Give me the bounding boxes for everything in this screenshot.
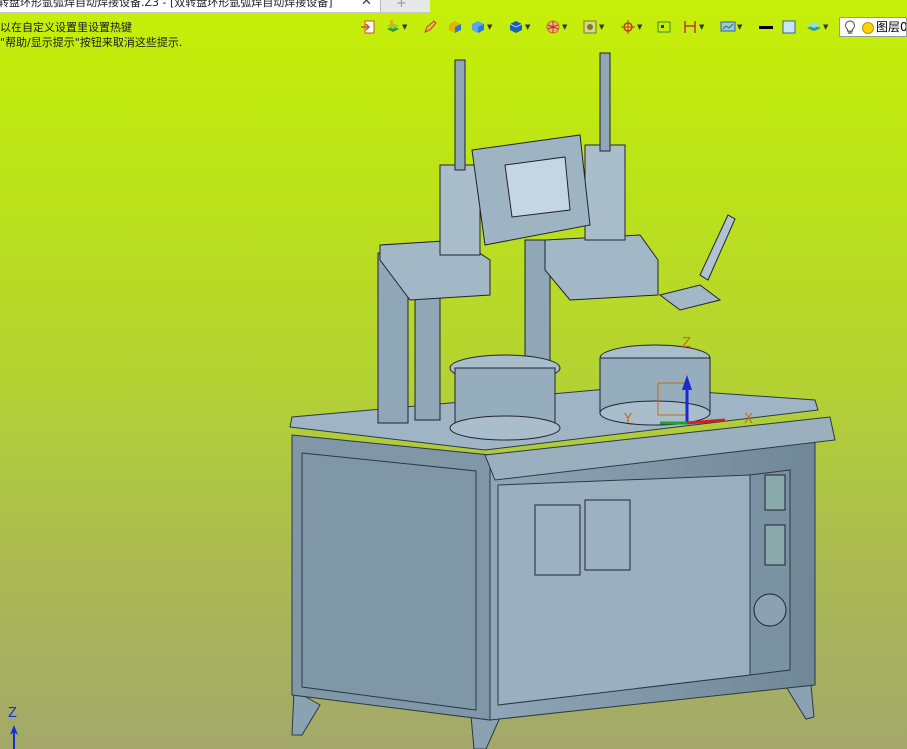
- snap-target-icon: [621, 20, 635, 34]
- chevron-down-icon: ▼: [823, 23, 829, 31]
- lightbulb-icon: [845, 20, 855, 34]
- left-cylinder: [439, 164, 481, 256]
- solid-cube-icon: [472, 21, 484, 33]
- chevron-down-icon: ▼: [525, 23, 531, 31]
- layer-paint-icon: [387, 20, 399, 32]
- hint-line-2: "帮助/显示提示"按钮来取消这些提示.: [0, 36, 183, 49]
- document-tab-bar: 转盘环形氩弧焊自动焊接设备.Z3 - [双转盘环形氩弧焊自动焊接设备] ✕ +: [0, 0, 430, 13]
- layer-name: 图层0: [876, 20, 907, 34]
- pencil-edit-button[interactable]: [422, 18, 438, 36]
- chevron-down-icon: ▼: [737, 23, 743, 31]
- hmi-screen: [504, 156, 571, 218]
- layer-selector[interactable]: 图层0: [839, 17, 907, 37]
- layer-paint-button[interactable]: ▼: [385, 18, 407, 36]
- torch-arm: [658, 284, 722, 311]
- chevron-down-icon: ▼: [562, 23, 568, 31]
- dimension-icon: [684, 21, 696, 33]
- dimension-button[interactable]: ▼: [682, 18, 704, 36]
- switch-1: [764, 474, 786, 511]
- turntable-left-base: [449, 415, 561, 441]
- chevron-down-icon: ▼: [699, 23, 705, 31]
- exit-sketch-button[interactable]: [360, 18, 376, 36]
- render-mode-icon: [509, 21, 523, 33]
- left-rod: [454, 59, 466, 171]
- triad-z-label: Z: [8, 706, 17, 721]
- color-cube-button[interactable]: [447, 18, 463, 36]
- layer-stack-icon: [807, 22, 821, 31]
- right-cylinder: [584, 144, 626, 241]
- gizmo-y-label: Y: [623, 412, 632, 427]
- section-view-button[interactable]: ▼: [545, 18, 567, 36]
- document-tab-title: 转盘环形氩弧焊自动焊接设备.Z3 - [双转盘环形氩弧焊自动焊接设备]: [0, 0, 333, 9]
- welding-torch: [699, 214, 736, 281]
- close-tab-icon[interactable]: ✕: [361, 0, 372, 8]
- chevron-down-icon: ▼: [599, 23, 605, 31]
- view-toolbar: ▼ ▼ ▼ ▼ ▼ ▼ ▼ ▼ ▼: [358, 16, 907, 40]
- switch-2: [764, 524, 786, 566]
- color-cube-icon: [449, 21, 461, 33]
- snap-target-button[interactable]: ▼: [620, 18, 642, 36]
- gizmo-z-label: Z: [682, 336, 691, 351]
- solid-cube-button[interactable]: ▼: [470, 18, 492, 36]
- line-width-button[interactable]: [758, 18, 774, 36]
- wireframe-button[interactable]: [656, 18, 672, 36]
- screen-capture-icon: [720, 21, 736, 32]
- view-frame-button[interactable]: ▼: [582, 18, 604, 36]
- view-triad: Z: [2, 706, 24, 749]
- right-bracket: [544, 234, 659, 301]
- document-tab[interactable]: 转盘环形氩弧焊自动焊接设备.Z3 - [双转盘环形氩弧焊自动焊接设备] ✕: [0, 0, 381, 12]
- line-width-icon: [759, 26, 773, 29]
- triad-z-arrow-icon: [10, 725, 18, 749]
- wireframe-icon: [657, 21, 671, 33]
- fill-color-button[interactable]: [781, 18, 797, 36]
- screen-capture-button[interactable]: ▼: [720, 18, 742, 36]
- exit-sketch-icon: [361, 20, 375, 34]
- fill-color-icon: [782, 20, 796, 34]
- view-frame-icon: [583, 20, 597, 34]
- hint-line-1: 以在自定义设置里设置热键: [0, 21, 132, 34]
- pencil-edit-icon: [424, 20, 437, 33]
- cabinet-left-face: [291, 434, 491, 721]
- chevron-down-icon: ▼: [402, 23, 408, 31]
- cylinder-under-1: [534, 504, 581, 576]
- section-view-icon: [546, 20, 560, 34]
- chevron-down-icon: ▼: [487, 23, 493, 31]
- gizmo-x-label: X: [744, 412, 753, 427]
- render-mode-button[interactable]: ▼: [508, 18, 530, 36]
- chevron-down-icon: ▼: [637, 23, 643, 31]
- right-rod: [599, 52, 611, 152]
- layer-stack-button[interactable]: ▼: [806, 18, 828, 36]
- new-tab-button[interactable]: +: [396, 0, 407, 11]
- cylinder-under-2: [584, 499, 631, 571]
- layer-visible-icon: [862, 22, 874, 34]
- welding-machine-model[interactable]: Z X Y: [280, 45, 840, 749]
- cable-port: [753, 593, 787, 627]
